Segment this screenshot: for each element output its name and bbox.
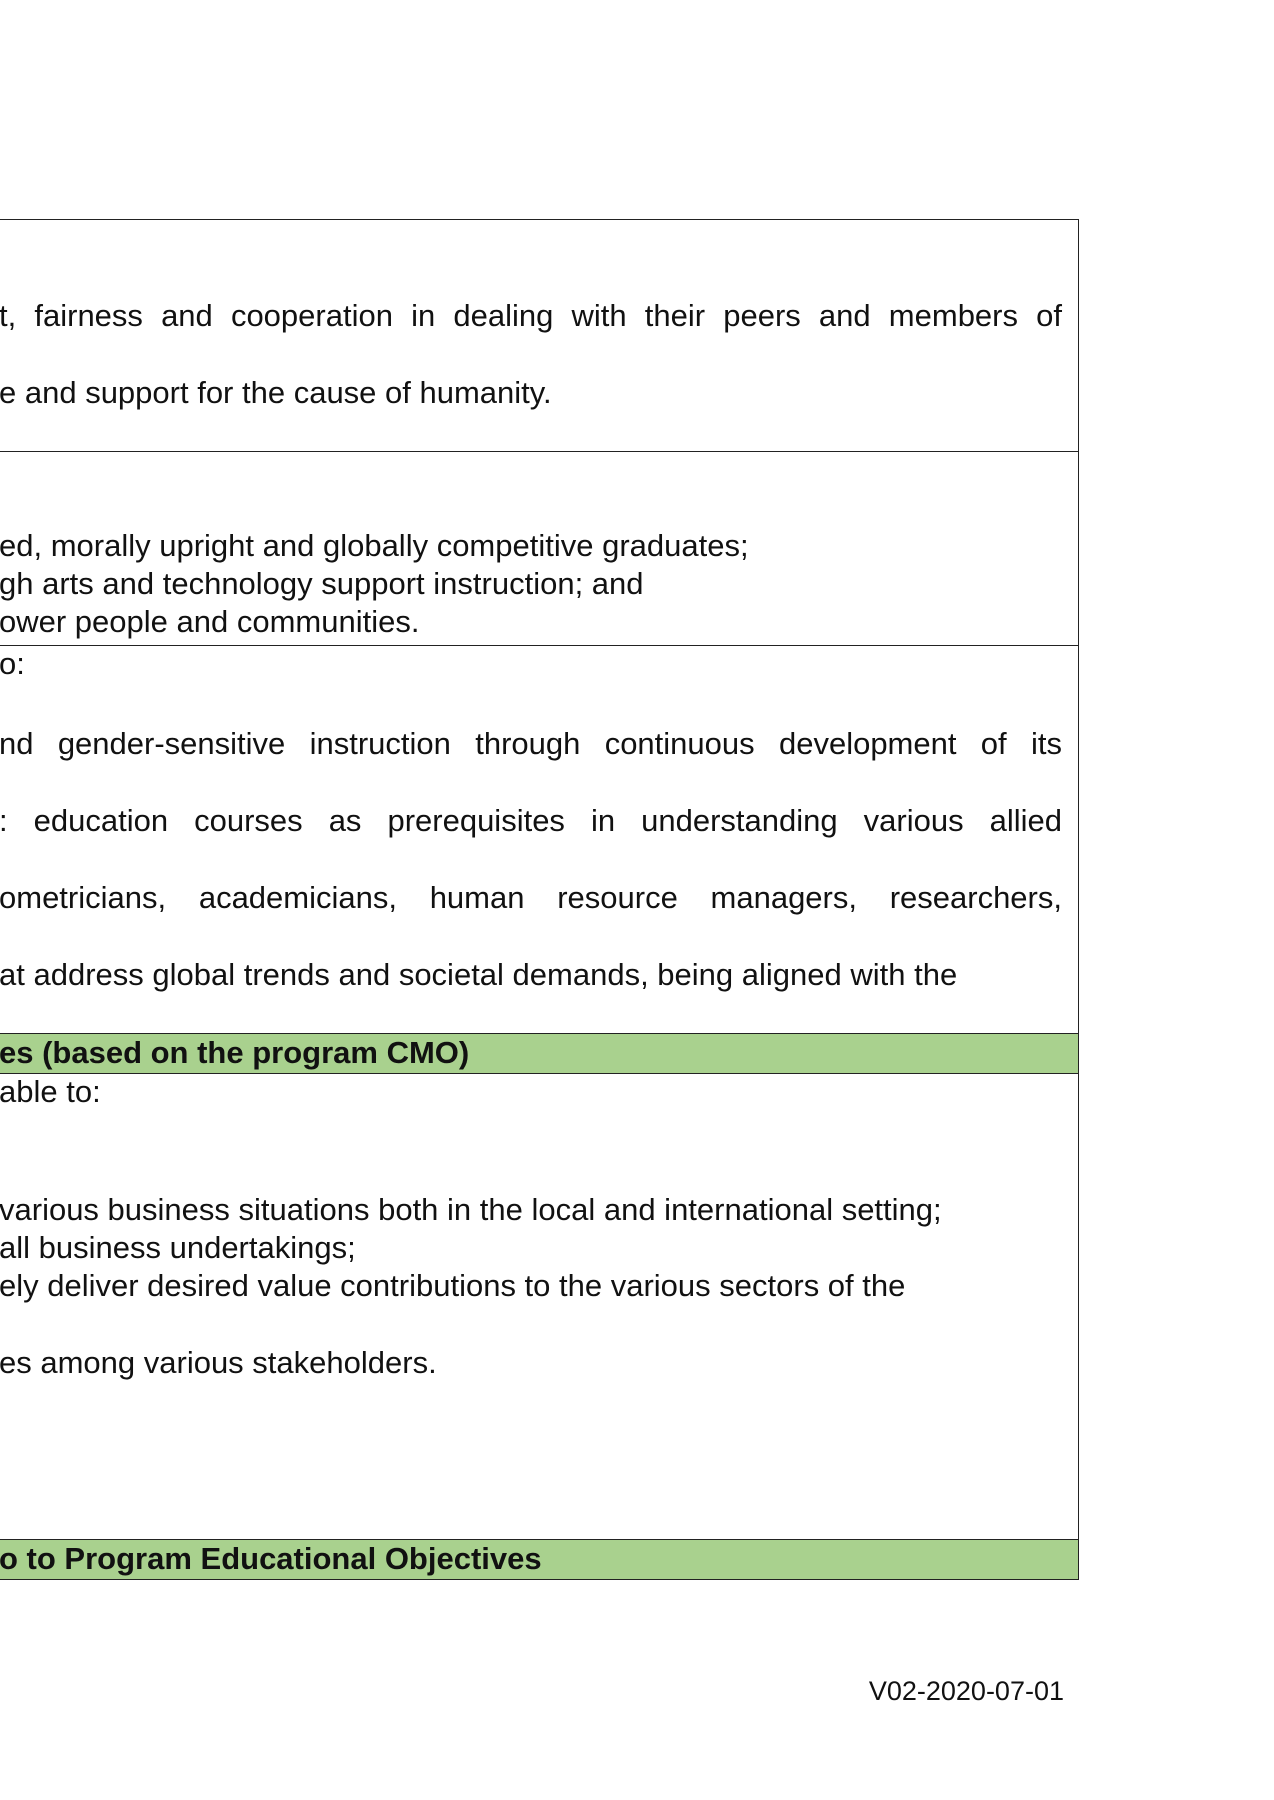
text-line: nd gender-sensitive instruction through … bbox=[0, 726, 1062, 761]
text-line: e and support for the cause of humanity. bbox=[0, 375, 552, 410]
text-line: : education courses as prerequisites in … bbox=[0, 803, 1062, 838]
section-header-text: o to Program Educational Objectives bbox=[0, 1541, 542, 1576]
section-box-4: able to: various business situations bot… bbox=[0, 1073, 1079, 1540]
section-box-3: o: nd gender-sensitive instruction throu… bbox=[0, 645, 1079, 1034]
text-line: ower people and communities. bbox=[0, 604, 420, 639]
section-header-1: es (based on the program CMO) bbox=[0, 1033, 1079, 1074]
section-header-text: es (based on the program CMO) bbox=[0, 1035, 470, 1070]
text-line: es among various stakeholders. bbox=[0, 1345, 437, 1380]
section-box-1: t, fairness and cooperation in dealing w… bbox=[0, 219, 1079, 452]
text-line: ed, morally upright and globally competi… bbox=[0, 528, 749, 563]
version-code: V02-2020-07-01 bbox=[868, 1676, 1064, 1706]
text-line: able to: bbox=[0, 1074, 101, 1109]
text-line: all business undertakings; bbox=[0, 1230, 356, 1265]
text-line: at address global trends and societal de… bbox=[0, 957, 958, 992]
section-header-2: o to Program Educational Objectives bbox=[0, 1539, 1079, 1580]
text-line: t, fairness and cooperation in dealing w… bbox=[0, 298, 1062, 333]
text-line: o: bbox=[0, 646, 25, 681]
text-line: gh arts and technology support instructi… bbox=[0, 566, 644, 601]
document-page: t, fairness and cooperation in dealing w… bbox=[0, 0, 1274, 1800]
section-box-2: ed, morally upright and globally competi… bbox=[0, 451, 1079, 646]
text-line: ely deliver desired value contributions … bbox=[0, 1268, 906, 1303]
text-line: ometricians, academicians, human resourc… bbox=[0, 880, 1062, 915]
text-line: various business situations both in the … bbox=[0, 1192, 942, 1227]
